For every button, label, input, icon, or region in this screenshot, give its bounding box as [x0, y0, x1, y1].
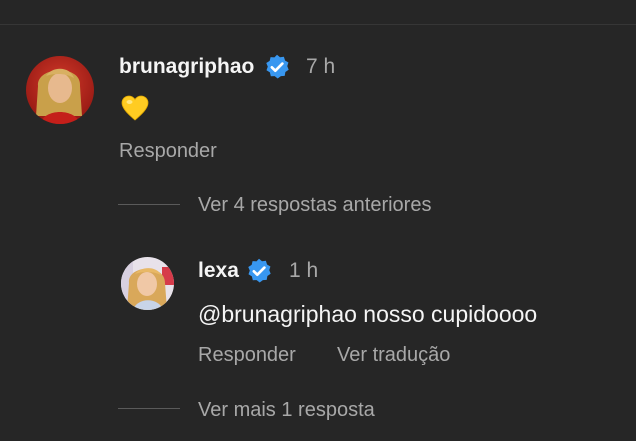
verified-badge-icon	[245, 257, 273, 285]
thread-line	[118, 204, 180, 205]
reply-button[interactable]: Responder	[119, 139, 217, 163]
avatar-lexa[interactable]	[121, 257, 174, 310]
reply-button[interactable]: Responder	[198, 343, 296, 367]
thread-line	[118, 408, 180, 409]
view-more-replies-button[interactable]: Ver mais 1 resposta	[198, 398, 375, 422]
reply-timestamp: 1 h	[289, 259, 319, 282]
divider	[0, 24, 636, 25]
see-translation-button[interactable]: Ver tradução	[337, 343, 450, 367]
avatar-brunagriphao[interactable]	[26, 56, 94, 124]
yellow-heart-icon	[120, 94, 150, 122]
view-previous-replies-button[interactable]: Ver 4 respostas anteriores	[198, 193, 431, 217]
comment-username[interactable]: brunagriphao	[119, 55, 254, 79]
comments-panel: brunagriphao 7 h Responder Ver 4 respost…	[0, 0, 636, 441]
reply-username[interactable]: lexa	[198, 259, 239, 283]
comment-timestamp: 7 h	[306, 55, 336, 78]
verified-badge-icon	[263, 53, 291, 81]
reply-text: @brunagriphao nosso cupidoooo	[198, 301, 538, 327]
